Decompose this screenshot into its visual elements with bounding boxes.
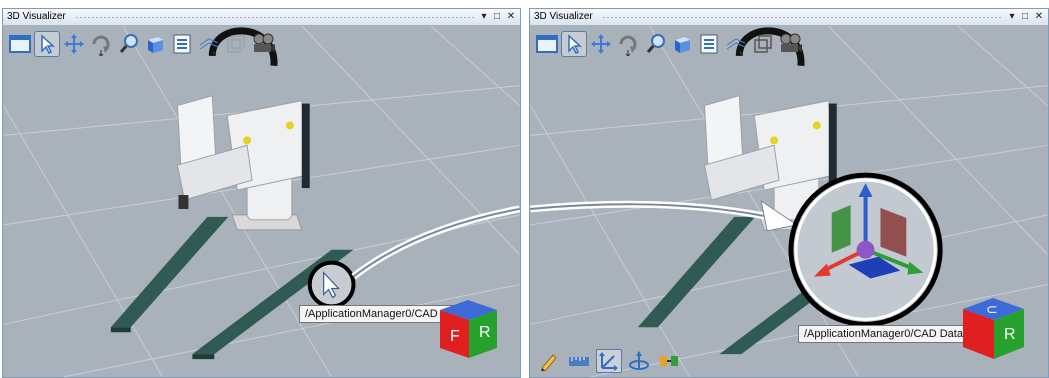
pan-icon[interactable] (61, 31, 87, 57)
panel-dropdown-button[interactable]: ▾ (478, 10, 490, 24)
right-panel-titlebar: 3D Visualizer ▾ □ ✕ (530, 9, 1048, 26)
snap-icon[interactable] (656, 349, 682, 373)
view-cube-top-label: ⊂ (986, 301, 998, 317)
grid-icon[interactable] (723, 31, 749, 57)
titlebar-grip (75, 16, 474, 19)
view-cube[interactable]: ⊂ R (958, 289, 1030, 366)
edit-toolbar (536, 349, 682, 373)
camera-icon[interactable] (250, 31, 276, 57)
panel-maximize-button[interactable]: □ (1019, 10, 1031, 24)
right-view-toolbar (534, 31, 803, 61)
rotate-icon[interactable] (615, 31, 641, 57)
window-icon[interactable] (534, 31, 560, 57)
view-cube-front-label: F (450, 328, 460, 345)
right-panel-title: 3D Visualizer (534, 11, 593, 22)
rotate-icon[interactable] (88, 31, 114, 57)
left-panel-titlebar: 3D Visualizer ▾ □ ✕ (3, 9, 520, 26)
titlebar-grip (602, 16, 1002, 19)
wireframe-box-icon[interactable] (750, 31, 776, 57)
select-arrow-icon[interactable] (34, 31, 60, 57)
properties-icon[interactable] (696, 31, 722, 57)
cube-view-icon[interactable] (142, 31, 168, 57)
grid-icon[interactable] (196, 31, 222, 57)
panel-close-button[interactable]: ✕ (1033, 10, 1045, 24)
zoom-icon[interactable] (642, 31, 668, 57)
camera-icon[interactable] (777, 31, 803, 57)
view-cube-right-label: R (1004, 326, 1016, 343)
properties-icon[interactable] (169, 31, 195, 57)
window-icon[interactable] (7, 31, 33, 57)
cube-view-icon[interactable] (669, 31, 695, 57)
left-panel-title: 3D Visualizer (7, 11, 66, 22)
cursor-highlight (307, 260, 356, 309)
left-view-toolbar (7, 31, 276, 61)
left-3d-visualizer-panel: 3D Visualizer ▾ □ ✕ /ApplicationManager0… (2, 8, 521, 378)
panel-dropdown-button[interactable]: ▾ (1006, 10, 1018, 24)
select-arrow-icon[interactable] (561, 31, 587, 57)
move-axis-icon[interactable] (596, 349, 622, 373)
connector-arrow-left (351, 205, 520, 280)
zoom-icon[interactable] (115, 31, 141, 57)
view-cube[interactable]: F R (435, 292, 505, 367)
panel-close-button[interactable]: ✕ (505, 10, 517, 24)
rotate-axis-icon[interactable] (626, 349, 652, 373)
measure-icon[interactable] (566, 349, 592, 373)
right-3d-visualizer-panel: 3D Visualizer ▾ □ ✕ /ApplicationManager0… (529, 8, 1049, 378)
view-cube-right-label: R (479, 324, 491, 341)
pencil-icon[interactable] (536, 349, 562, 373)
panel-maximize-button[interactable]: □ (491, 10, 503, 24)
wireframe-box-icon[interactable] (223, 31, 249, 57)
pan-icon[interactable] (588, 31, 614, 57)
object-path-tooltip: /ApplicationManager0/CAD Data0 (798, 325, 976, 343)
